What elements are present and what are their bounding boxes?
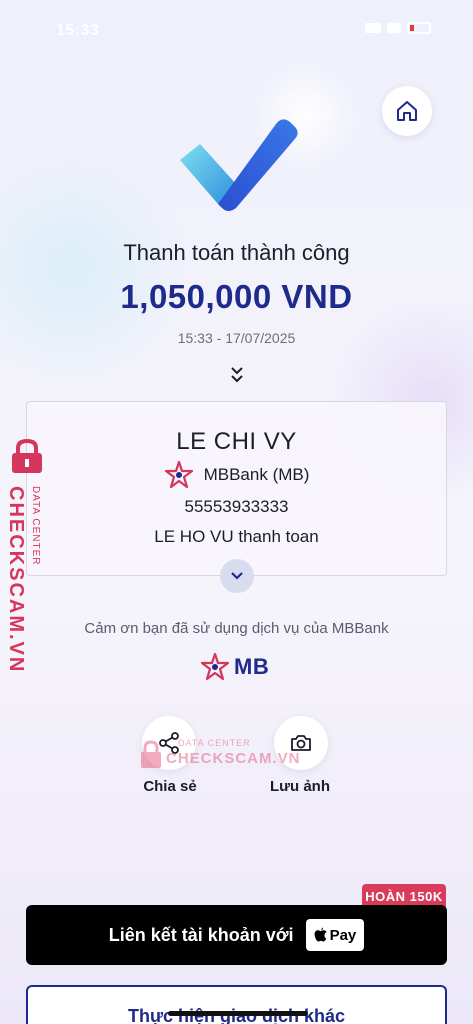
mb-logo-text: MB [234, 654, 270, 679]
transaction-datetime: 15:33 - 17/07/2025 [177, 330, 296, 346]
amount: 1,050,000 VND [120, 278, 353, 315]
status-title: Thanh toán thành công [123, 240, 350, 265]
recipient-name: LE CHI VY [176, 428, 297, 455]
watermark-center-sub: DATA CENTER [178, 738, 251, 748]
signal-icon [365, 23, 381, 33]
link-apple-pay-button[interactable]: Liên kết tài khoản với Pay [26, 905, 447, 965]
chevron-down-icon [231, 572, 243, 580]
link-apple-pay-label: Liên kết tài khoản với [108, 924, 294, 945]
thank-you-text: Cảm ơn bạn đã sử dụng dịch vụ của MBBank [84, 620, 389, 637]
apple-pay-text: Pay [329, 926, 357, 944]
home-icon [397, 101, 417, 121]
watermark-side: CHECKSCAM.VN DATA CENTER [0, 438, 54, 673]
watermark-center-brand: CHECKSCAM.VN [166, 750, 301, 767]
account-number: 55553933333 [184, 497, 289, 516]
save-image-label: Lưu ảnh [269, 778, 331, 795]
watermark-brand: CHECKSCAM.VN [5, 486, 27, 674]
expand-details-button[interactable] [220, 559, 254, 593]
mb-star-icon [200, 652, 230, 681]
apple-pay-chip: Pay [305, 919, 365, 951]
transfer-memo: LE HO VU thanh toan [154, 527, 319, 546]
bank-row: MBBank (MB) [0, 460, 473, 490]
mb-star-icon [164, 460, 193, 489]
home-indicator [168, 1011, 308, 1016]
lock-icon [12, 438, 42, 473]
wifi-icon [387, 23, 401, 33]
bank-name: MBBank (MB) [203, 465, 310, 484]
watermark-center: DATA CENTER CHECKSCAM.VN [138, 736, 300, 776]
share-label: Chia sẻ [143, 778, 197, 795]
status-indicators [365, 22, 431, 34]
apple-icon [314, 927, 327, 942]
watermark-sub: DATA CENTER [30, 486, 41, 566]
lock-icon [141, 740, 161, 768]
double-chevron-down-icon[interactable] [228, 365, 246, 385]
home-button[interactable] [382, 86, 432, 136]
status-bar: 15:33 [0, 0, 473, 60]
mb-logo: MB [200, 652, 269, 682]
checkmark-icon [180, 119, 298, 211]
battery-icon [407, 22, 431, 34]
status-time: 15:33 [56, 22, 100, 39]
